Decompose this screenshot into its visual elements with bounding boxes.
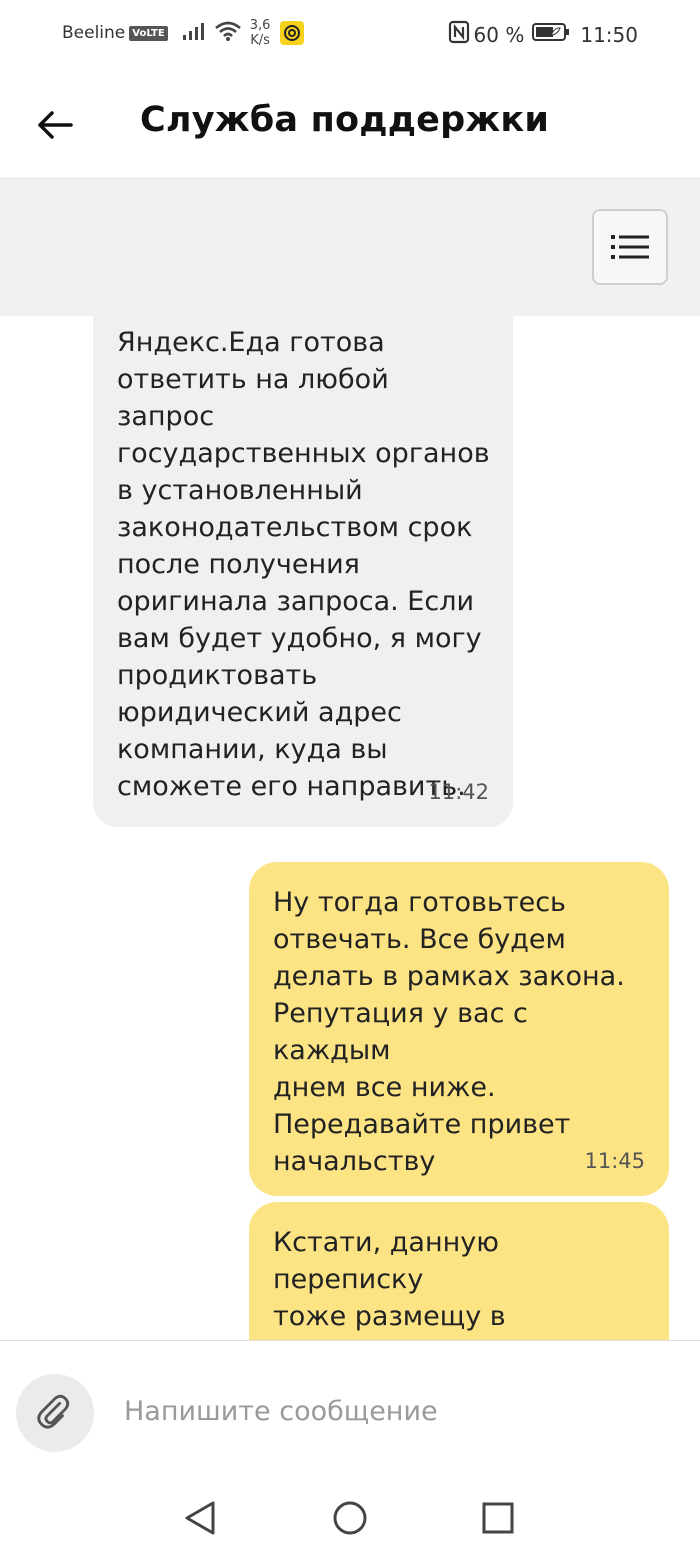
outgoing-message[interactable]: Ну тогда готовьтесь отвечать. Все будем … <box>249 862 669 1196</box>
signal-icon <box>182 21 206 46</box>
screen: Beeline VoLTE 3,6 K/s 60 % 11:50 Служба … <box>0 0 700 1556</box>
message-time: 11:42 <box>428 780 489 804</box>
app-notification-icon <box>280 21 305 45</box>
message-text: Кстати, данную переписку тоже размещу в … <box>273 1227 506 1340</box>
list-menu-icon <box>611 235 649 259</box>
message-list[interactable]: Яндекс.Еда готова ответить на любой запр… <box>0 316 700 1340</box>
incoming-message[interactable]: Яндекс.Еда готова ответить на любой запр… <box>93 316 513 827</box>
home-circle-icon <box>333 1501 367 1535</box>
speed-value: 3,6 <box>249 18 271 33</box>
message-time: 11:45 <box>584 1149 645 1173</box>
paperclip-icon <box>37 1394 70 1429</box>
wifi-icon <box>214 20 242 47</box>
battery-percent: 60 % <box>473 22 525 47</box>
battery-icon <box>532 22 570 47</box>
nfc-icon <box>448 20 470 49</box>
volte-badge: VoLTE <box>129 25 168 41</box>
back-triangle-icon <box>185 1501 215 1535</box>
app-header: Служба поддержки <box>0 70 700 179</box>
page-title: Служба поддержки <box>140 100 550 140</box>
message-text: Яндекс.Еда готова ответить на любой запр… <box>117 327 490 802</box>
carrier-name: Beeline <box>62 23 126 43</box>
nav-home-button[interactable] <box>330 1498 370 1538</box>
system-nav-bar <box>0 1470 700 1556</box>
menu-button[interactable] <box>592 209 668 285</box>
nav-recents-button[interactable] <box>478 1498 518 1538</box>
message-text: Ну тогда готовьтесь отвечать. Все будем … <box>273 887 625 1177</box>
message-input[interactable] <box>124 1389 664 1433</box>
status-bar: Beeline VoLTE 3,6 K/s 60 % 11:50 <box>0 0 700 70</box>
status-bar-left: Beeline VoLTE 3,6 K/s <box>62 18 305 48</box>
status-bar-right: 60 % 11:50 <box>448 20 638 49</box>
nav-back-button[interactable] <box>180 1498 220 1538</box>
attach-button[interactable] <box>16 1374 94 1452</box>
recents-square-icon <box>482 1502 514 1534</box>
network-speed: 3,6 K/s <box>250 18 271 48</box>
outgoing-message[interactable]: Кстати, данную переписку тоже размещу в … <box>249 1202 669 1340</box>
speed-unit: K/s <box>250 33 270 48</box>
message-composer <box>0 1340 700 1471</box>
back-button[interactable] <box>34 104 76 146</box>
clock: 11:50 <box>580 22 638 47</box>
chat-toolbar <box>0 179 700 316</box>
arrow-left-icon <box>38 111 73 139</box>
